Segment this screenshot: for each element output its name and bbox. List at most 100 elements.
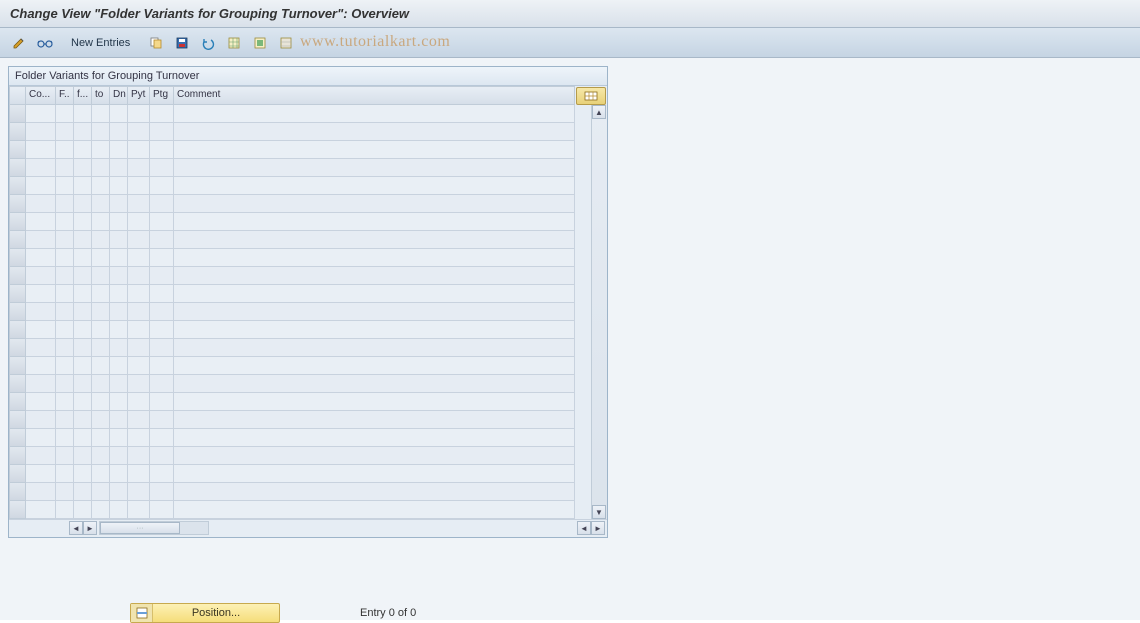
cell-f1[interactable] — [56, 177, 74, 195]
row-selector[interactable] — [10, 339, 26, 357]
data-grid[interactable]: Co... F.. f... to Dn Pyt Ptg Comment — [9, 86, 575, 519]
cell-co[interactable] — [26, 357, 56, 375]
cell-f2[interactable] — [74, 177, 92, 195]
cell-pyt[interactable] — [128, 267, 150, 285]
cell-to[interactable] — [92, 483, 110, 501]
cell-co[interactable] — [26, 249, 56, 267]
cell-dn[interactable] — [110, 483, 128, 501]
cell-to[interactable] — [92, 123, 110, 141]
cell-co[interactable] — [26, 393, 56, 411]
cell-f2[interactable] — [74, 429, 92, 447]
row-selector[interactable] — [10, 123, 26, 141]
col-f1[interactable]: F.. — [56, 87, 74, 105]
cell-to[interactable] — [92, 159, 110, 177]
vertical-scrollbar[interactable]: ▲ ▼ — [591, 105, 607, 519]
cell-comment[interactable] — [174, 357, 575, 375]
col-pyt[interactable]: Pyt — [128, 87, 150, 105]
cell-f2[interactable] — [74, 321, 92, 339]
table-row[interactable] — [10, 195, 575, 213]
cell-to[interactable] — [92, 375, 110, 393]
row-selector[interactable] — [10, 465, 26, 483]
cell-f1[interactable] — [56, 357, 74, 375]
cell-f1[interactable] — [56, 231, 74, 249]
cell-to[interactable] — [92, 213, 110, 231]
cell-to[interactable] — [92, 411, 110, 429]
cell-f1[interactable] — [56, 411, 74, 429]
cell-ptg[interactable] — [150, 285, 174, 303]
cell-f2[interactable] — [74, 267, 92, 285]
cell-f1[interactable] — [56, 141, 74, 159]
table-row[interactable] — [10, 105, 575, 123]
cell-dn[interactable] — [110, 357, 128, 375]
table-row[interactable] — [10, 483, 575, 501]
cell-f1[interactable] — [56, 447, 74, 465]
table-row[interactable] — [10, 123, 575, 141]
display-button[interactable] — [34, 32, 56, 54]
row-selector[interactable] — [10, 321, 26, 339]
cell-f1[interactable] — [56, 321, 74, 339]
col-f2[interactable]: f... — [74, 87, 92, 105]
cell-ptg[interactable] — [150, 177, 174, 195]
cell-dn[interactable] — [110, 231, 128, 249]
table-row[interactable] — [10, 447, 575, 465]
cell-co[interactable] — [26, 159, 56, 177]
cell-comment[interactable] — [174, 105, 575, 123]
cell-to[interactable] — [92, 321, 110, 339]
row-selector[interactable] — [10, 141, 26, 159]
cell-f2[interactable] — [74, 195, 92, 213]
table-row[interactable] — [10, 411, 575, 429]
cell-to[interactable] — [92, 177, 110, 195]
cell-to[interactable] — [92, 285, 110, 303]
cell-f1[interactable] — [56, 195, 74, 213]
cell-co[interactable] — [26, 429, 56, 447]
select-all-button[interactable] — [223, 32, 245, 54]
cell-dn[interactable] — [110, 375, 128, 393]
cell-f1[interactable] — [56, 249, 74, 267]
row-selector[interactable] — [10, 357, 26, 375]
table-row[interactable] — [10, 267, 575, 285]
configure-columns-button[interactable] — [576, 87, 606, 105]
cell-to[interactable] — [92, 357, 110, 375]
cell-to[interactable] — [92, 429, 110, 447]
table-row[interactable] — [10, 501, 575, 519]
cell-ptg[interactable] — [150, 159, 174, 177]
cell-ptg[interactable] — [150, 141, 174, 159]
cell-comment[interactable] — [174, 177, 575, 195]
cell-f2[interactable] — [74, 357, 92, 375]
cell-co[interactable] — [26, 213, 56, 231]
row-selector[interactable] — [10, 411, 26, 429]
cell-pyt[interactable] — [128, 303, 150, 321]
cell-f2[interactable] — [74, 483, 92, 501]
delete-button[interactable] — [171, 32, 193, 54]
cell-f2[interactable] — [74, 213, 92, 231]
hscroll-track[interactable]: ··· — [99, 521, 209, 535]
row-selector[interactable] — [10, 195, 26, 213]
col-ptg[interactable]: Ptg — [150, 87, 174, 105]
row-selector[interactable] — [10, 159, 26, 177]
scroll-right-button[interactable]: ► — [83, 521, 97, 535]
cell-comment[interactable] — [174, 141, 575, 159]
cell-dn[interactable] — [110, 429, 128, 447]
cell-dn[interactable] — [110, 267, 128, 285]
scroll-right-end-button[interactable]: ► — [591, 521, 605, 535]
cell-co[interactable] — [26, 177, 56, 195]
cell-f2[interactable] — [74, 393, 92, 411]
cell-ptg[interactable] — [150, 465, 174, 483]
cell-co[interactable] — [26, 339, 56, 357]
undo-button[interactable] — [197, 32, 219, 54]
cell-to[interactable] — [92, 465, 110, 483]
row-selector[interactable] — [10, 177, 26, 195]
cell-f1[interactable] — [56, 393, 74, 411]
cell-dn[interactable] — [110, 501, 128, 519]
cell-to[interactable] — [92, 249, 110, 267]
cell-dn[interactable] — [110, 159, 128, 177]
cell-co[interactable] — [26, 195, 56, 213]
row-selector[interactable] — [10, 483, 26, 501]
cell-pyt[interactable] — [128, 393, 150, 411]
table-row[interactable] — [10, 285, 575, 303]
table-row[interactable] — [10, 465, 575, 483]
col-to[interactable]: to — [92, 87, 110, 105]
row-selector-header[interactable] — [10, 87, 26, 105]
cell-pyt[interactable] — [128, 195, 150, 213]
row-selector[interactable] — [10, 231, 26, 249]
